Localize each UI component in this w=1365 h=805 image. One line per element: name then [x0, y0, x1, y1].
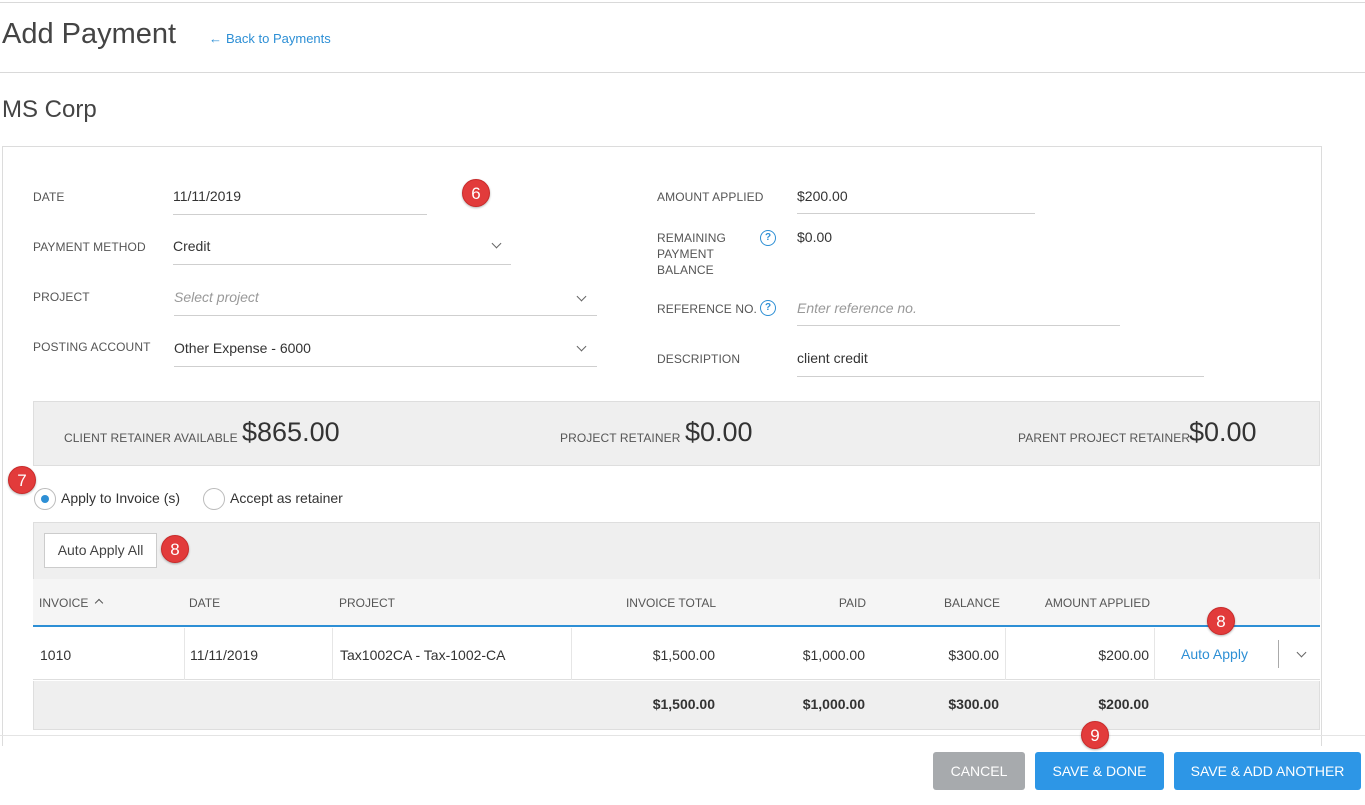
total-balance: $300.00: [948, 696, 999, 712]
reference-no-input[interactable]: Enter reference no.: [797, 300, 917, 316]
payment-method-underline: [173, 264, 511, 265]
column-header-balance[interactable]: BALANCE: [944, 596, 1000, 610]
annotation-badge: 6: [462, 179, 490, 207]
auto-apply-link[interactable]: Auto Apply: [1181, 646, 1248, 662]
posting-account-select[interactable]: Other Expense - 6000: [174, 340, 311, 356]
client-retainer-value: $865.00: [242, 417, 340, 447]
help-icon[interactable]: ?: [760, 230, 776, 246]
page-title: Add Payment: [2, 18, 177, 50]
column-header-paid[interactable]: PAID: [839, 596, 866, 610]
cancel-button[interactable]: CANCEL: [933, 752, 1025, 790]
column-header-date[interactable]: DATE: [189, 596, 220, 610]
remaining-balance-label-2: PAYMENT: [657, 247, 714, 261]
header-divider: [0, 72, 1365, 73]
client-retainer-label: CLIENT RETAINER AVAILABLE: [64, 431, 238, 445]
total-invoice-total: $1,500.00: [652, 696, 715, 712]
annotation-badge: 9: [1081, 721, 1109, 749]
payment-method-label: PAYMENT METHOD: [33, 240, 146, 254]
column-header-project[interactable]: PROJECT: [339, 596, 395, 610]
column-header-amount-applied[interactable]: AMOUNT APPLIED: [1045, 596, 1150, 610]
date-label: DATE: [33, 190, 65, 204]
total-amount-applied: $200.00: [1098, 696, 1149, 712]
remaining-balance-label-1: REMAINING: [657, 231, 726, 245]
apply-invoice-label[interactable]: Apply to Invoice (s): [61, 490, 180, 506]
project-underline: [174, 315, 597, 316]
annotation-badge: 8: [1207, 607, 1235, 635]
invoice-number: 1010: [40, 647, 72, 663]
remaining-balance-label-3: BALANCE: [657, 263, 714, 277]
cell-divider: [184, 628, 185, 680]
posting-account-underline: [174, 366, 597, 367]
posting-account-label: POSTING ACCOUNT: [33, 340, 151, 354]
left-arrow-icon: ←: [209, 31, 222, 46]
project-retainer-value: $0.00: [685, 417, 753, 447]
action-divider: [1278, 640, 1279, 668]
description-label: DESCRIPTION: [657, 352, 741, 366]
description-underline: [797, 376, 1204, 377]
invoice-amount-applied[interactable]: $200.00: [1098, 647, 1149, 663]
accept-retainer-label[interactable]: Accept as retainer: [230, 490, 343, 506]
back-link-label: Back to Payments: [226, 31, 331, 46]
project-retainer-label: PROJECT RETAINER: [560, 431, 681, 445]
payment-method-select[interactable]: Credit: [173, 238, 210, 254]
project-select[interactable]: Select project: [174, 289, 259, 305]
remaining-balance-value: $0.00: [797, 229, 833, 245]
cell-divider: [571, 628, 572, 680]
column-header-invoice[interactable]: INVOICE: [39, 596, 88, 610]
help-icon[interactable]: ?: [760, 300, 776, 316]
amount-applied-label: AMOUNT APPLIED: [657, 190, 764, 204]
column-header-invoice-total[interactable]: INVOICE TOTAL: [626, 596, 716, 610]
total-paid: $1,000.00: [802, 696, 865, 712]
table-toolbar: [33, 522, 1320, 579]
parent-project-retainer-label: PARENT PROJECT RETAINER: [1018, 431, 1191, 445]
reference-no-label: REFERENCE NO.: [657, 302, 757, 316]
amount-applied-underline: [797, 213, 1035, 214]
invoice-paid: $1,000.00: [802, 647, 865, 663]
annotation-badge: 8: [161, 535, 189, 563]
parent-project-retainer-value: $0.00: [1189, 417, 1257, 447]
client-name: MS Corp: [2, 96, 97, 123]
save-and-add-another-button[interactable]: SAVE & ADD ANOTHER: [1174, 752, 1361, 790]
date-underline: [173, 214, 427, 215]
date-field[interactable]: 11/11/2019: [173, 188, 241, 204]
accept-retainer-radio[interactable]: [203, 488, 225, 510]
auto-apply-all-button[interactable]: Auto Apply All: [44, 533, 157, 568]
invoice-balance: $300.00: [948, 647, 999, 663]
invoice-project: Tax1002CA - Tax-1002-CA: [340, 647, 506, 663]
cell-divider: [1154, 628, 1155, 680]
apply-invoice-radio[interactable]: [34, 488, 56, 510]
amount-applied-field[interactable]: $200.00: [797, 188, 848, 204]
save-and-done-button[interactable]: SAVE & DONE: [1035, 752, 1164, 790]
invoice-total: $1,500.00: [652, 647, 715, 663]
back-to-payments-link[interactable]: ← Back to Payments: [209, 31, 331, 46]
reference-no-underline: [797, 325, 1120, 326]
project-label: PROJECT: [33, 290, 90, 304]
footer-divider: [0, 735, 1365, 736]
description-input[interactable]: client credit: [797, 350, 868, 366]
cell-divider: [1005, 628, 1006, 680]
annotation-badge: 7: [8, 466, 36, 494]
top-border: [0, 2, 1365, 3]
invoice-date: 11/11/2019: [190, 647, 258, 663]
cell-divider: [332, 628, 333, 680]
